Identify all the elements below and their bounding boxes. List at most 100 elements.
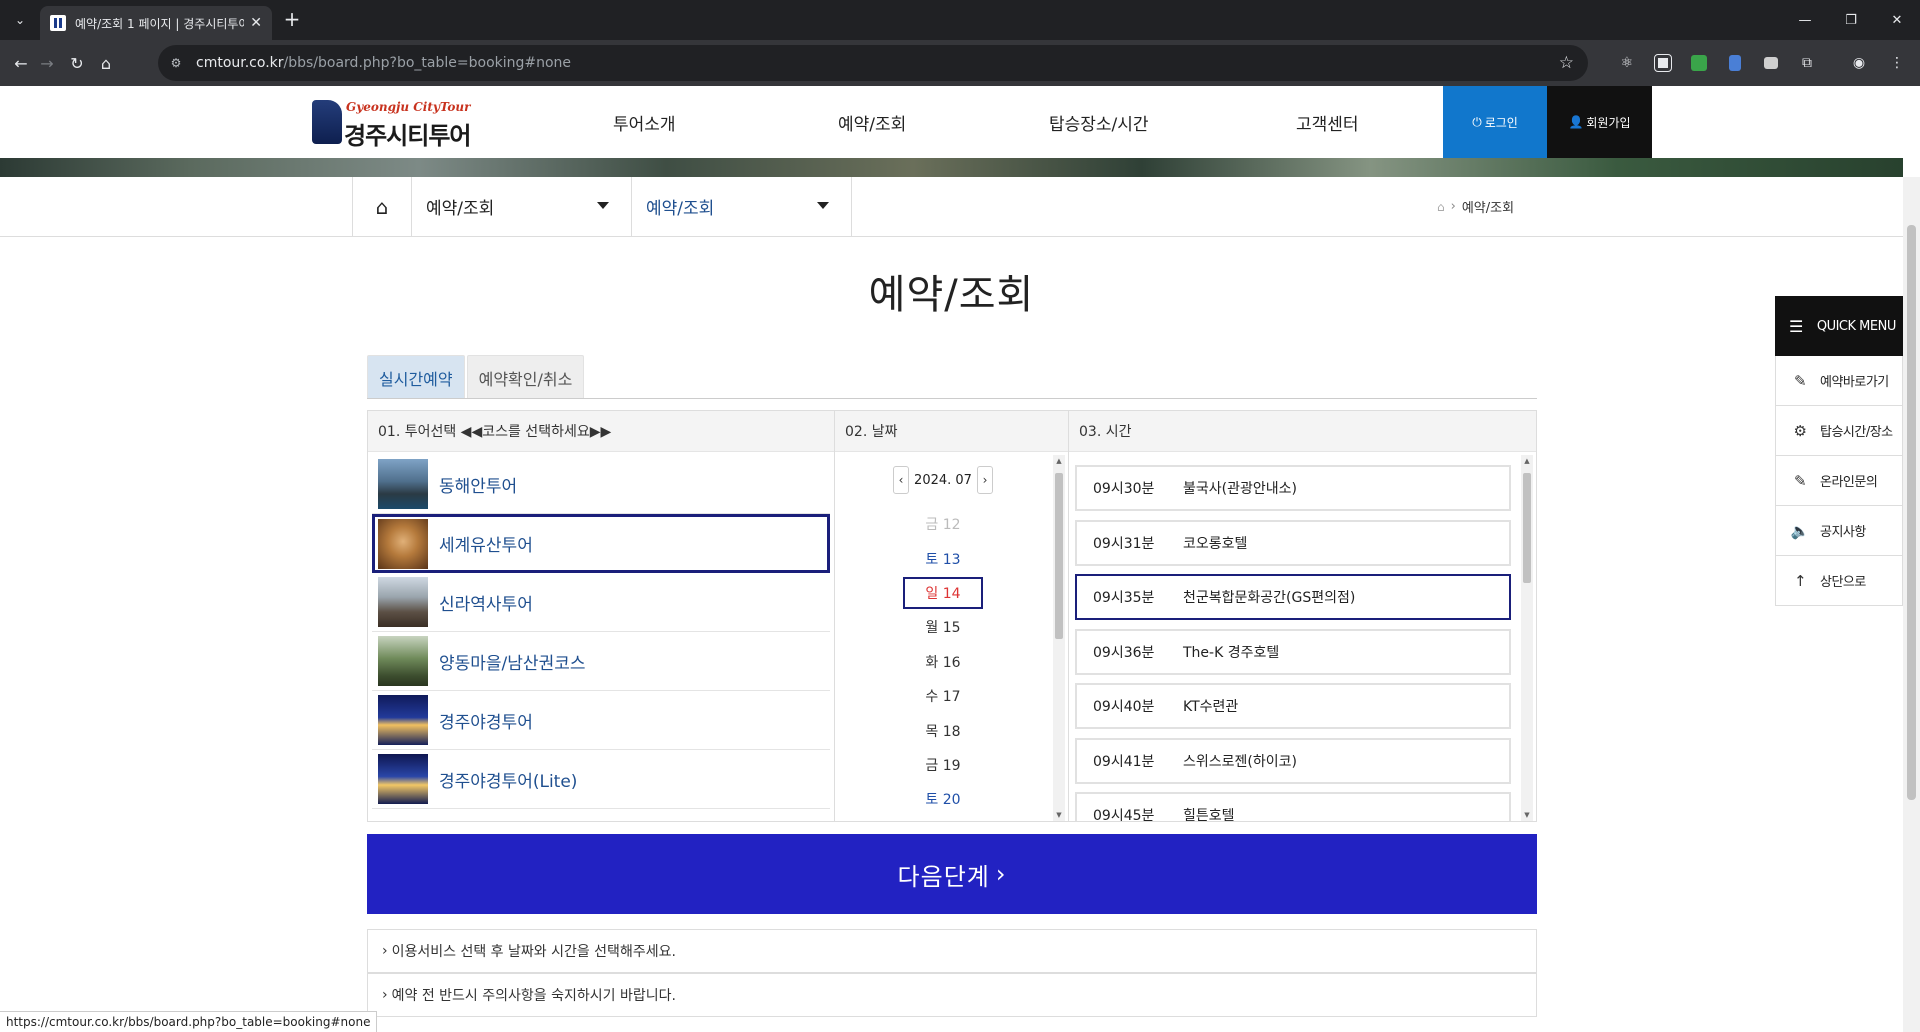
minimize-icon[interactable]: — — [1782, 0, 1828, 40]
tour-item[interactable]: 동해안투어 — [372, 455, 830, 514]
breadcrumb-separator-icon: › — [1450, 199, 1456, 214]
time-item[interactable]: 09시31분 코오롱호텔 — [1075, 519, 1511, 566]
page-scrollbar[interactable] — [1903, 177, 1920, 1032]
date-select-panel: 02. 날짜 ‹ 2024. 07 › 금 12 토 13 일 14 월 15 … — [834, 410, 1069, 822]
gnb-item-booking[interactable]: 예약/조회 — [838, 86, 906, 158]
time-item[interactable]: 09시41분 스위스로젠(하이코) — [1075, 737, 1511, 784]
tour-list: 동해안투어 세계유산투어 신라역사투어 양동마을/남산권코스 경주야경투어 경주… — [372, 455, 830, 809]
profile-avatar-icon[interactable]: ◉ — [1848, 52, 1870, 74]
date-scroll-thumb[interactable] — [1055, 473, 1063, 639]
subnav-menu-1[interactable]: 예약/조회 — [412, 177, 632, 236]
browser-tab[interactable]: 예약/조회 1 페이지 | 경주시티투어 ✕ — [40, 6, 272, 40]
quick-item-notice[interactable]: 🔈 공지사항 — [1775, 506, 1903, 556]
scroll-up-icon[interactable]: ▲ — [1521, 455, 1533, 467]
subnav-menu-1-label: 예약/조회 — [426, 199, 495, 219]
date-item[interactable]: 월 15 — [835, 610, 1051, 644]
speaker-icon: 🔈 — [1790, 521, 1810, 540]
tour-name: 경주야경투어 — [439, 712, 533, 733]
tour-item[interactable]: 경주야경투어(Lite) — [372, 750, 830, 809]
date-scrollbar[interactable]: ▲ ▼ — [1053, 455, 1065, 821]
reload-icon[interactable]: ↻ — [66, 52, 88, 74]
quick-item-top[interactable]: ↑ 상단으로 — [1775, 556, 1903, 606]
extension-atom-icon[interactable]: ⚛ — [1616, 52, 1638, 74]
window-controls: — ❐ ✕ — [1782, 0, 1920, 40]
tab-title: 예약/조회 1 페이지 | 경주시티투어 — [75, 16, 245, 31]
quick-item-booking[interactable]: ✎ 예약바로가기 — [1775, 356, 1903, 406]
tour-name: 양동마을/남산권코스 — [439, 653, 586, 674]
gnb-item-tour-intro[interactable]: 투어소개 — [613, 86, 676, 158]
scroll-down-icon[interactable]: ▼ — [1521, 809, 1533, 821]
tour-select-header: 01. 투어선택 ◀◀코스를 선택하세요▶▶ — [368, 411, 834, 452]
prev-month-icon[interactable]: ‹ — [893, 466, 909, 494]
breadcrumb-home-icon[interactable]: ⌂ — [1437, 200, 1445, 214]
quick-item-boarding[interactable]: ⚙ 탑승시간/장소 — [1775, 406, 1903, 456]
time-item[interactable]: 09시45분 힐튼호텔 — [1075, 792, 1511, 821]
time-item[interactable]: 09시36분 The-K 경주호텔 — [1075, 628, 1511, 675]
date-item[interactable]: 목 18 — [835, 713, 1051, 747]
close-tab-icon[interactable]: ✕ — [250, 15, 262, 31]
date-item[interactable]: 토 13 — [835, 541, 1051, 575]
browser-menu-icon[interactable]: ⋮ — [1886, 52, 1908, 74]
breadcrumb: ⌂ › 예약/조회 — [1437, 197, 1514, 216]
status-bar-url: https://cmtour.co.kr/bbs/board.php?bo_ta… — [0, 1011, 378, 1032]
time-scroll-thumb[interactable] — [1523, 473, 1531, 583]
extension-new-icon[interactable] — [1688, 52, 1710, 74]
tab-booking-check[interactable]: 예약확인/취소 — [466, 355, 585, 399]
site-info-icon[interactable]: ⚙ — [168, 55, 184, 71]
tour-item[interactable]: 신라역사투어 — [372, 573, 830, 632]
power-icon: ⏻ — [1472, 114, 1482, 129]
edit-icon: ✎ — [1793, 371, 1807, 390]
home-icon[interactable]: ⌂ — [95, 52, 117, 74]
close-window-icon[interactable]: ✕ — [1874, 0, 1920, 40]
browser-toolbar: ← → ↻ ⌂ ⚙ cmtour.co.kr/bbs/board.php?bo_… — [0, 40, 1920, 86]
site-logo[interactable]: Gyeongju CityTour 경주시티투어 — [312, 98, 472, 150]
date-item[interactable]: 금 19 — [835, 748, 1051, 782]
scroll-down-icon[interactable]: ▼ — [1053, 809, 1065, 821]
subnav-menu-2-label: 예약/조회 — [646, 199, 715, 219]
time-item[interactable]: 09시30분 불국사(관광안내소) — [1075, 465, 1511, 511]
date-item[interactable]: 수 17 — [835, 679, 1051, 713]
date-item-selected[interactable]: 일 14 — [835, 576, 1051, 610]
extensions-puzzle-icon[interactable]: ⧉ — [1796, 52, 1818, 74]
date-item[interactable]: 토 20 — [835, 782, 1051, 816]
subnav-menu-2[interactable]: 예약/조회 — [632, 177, 852, 236]
tour-thumbnail — [378, 518, 428, 569]
tour-item[interactable]: 경주야경투어 — [372, 691, 830, 750]
gnb-item-boarding[interactable]: 탑승장소/시간 — [1049, 86, 1149, 158]
date-item[interactable]: 화 16 — [835, 645, 1051, 679]
time-scrollbar[interactable]: ▲ ▼ — [1521, 455, 1533, 821]
notice-row[interactable]: › 예약 전 반드시 주의사항을 숙지하시기 바랍니다. — [367, 973, 1537, 1017]
tour-select-panel: 01. 투어선택 ◀◀코스를 선택하세요▶▶ 동해안투어 세계유산투어 신라역사… — [367, 410, 835, 822]
quick-item-inquiry[interactable]: ✎ 온라인문의 — [1775, 456, 1903, 506]
extension-square-icon[interactable] — [1652, 52, 1674, 74]
login-button[interactable]: ⏻ 로그인 — [1443, 86, 1547, 158]
hamburger-icon: ☰ — [1789, 316, 1803, 336]
subnav-home-icon[interactable]: ⌂ — [352, 177, 412, 236]
time-item-selected[interactable]: 09시35분 천군복합문화공간(GS편의점) — [1075, 574, 1511, 620]
tour-item[interactable]: 양동마을/남산권코스 — [372, 632, 830, 691]
chevron-right-icon: › — [382, 943, 388, 959]
restore-icon[interactable]: ❐ — [1828, 0, 1874, 40]
join-button[interactable]: 👤 회원가입 — [1547, 86, 1652, 158]
next-step-button[interactable]: 다음단계 › — [367, 834, 1537, 914]
page-scroll-thumb[interactable] — [1907, 225, 1916, 800]
gnb-item-support[interactable]: 고객센터 — [1296, 86, 1359, 158]
scroll-up-icon[interactable]: ▲ — [1053, 455, 1065, 467]
next-month-icon[interactable]: › — [976, 466, 993, 494]
tour-item-selected[interactable]: 세계유산투어 — [372, 514, 830, 573]
back-icon[interactable]: ← — [10, 52, 32, 74]
tour-name: 신라역사투어 — [439, 594, 533, 615]
logo-korean-text: 경주시티투어 — [344, 122, 471, 150]
extension-print-icon[interactable] — [1760, 52, 1782, 74]
favicon-icon — [50, 15, 66, 31]
time-item[interactable]: 09시40분 KT수련관 — [1075, 683, 1511, 729]
gear-icon: ⚙ — [1793, 421, 1807, 440]
forward-icon[interactable]: → — [36, 52, 58, 74]
tab-realtime-booking[interactable]: 실시간예약 — [367, 355, 465, 399]
bookmark-star-icon[interactable]: ☆ — [1559, 53, 1574, 73]
extension-book-icon[interactable] — [1724, 52, 1746, 74]
new-tab-icon[interactable]: + — [282, 9, 302, 29]
address-bar[interactable]: ⚙ cmtour.co.kr/bbs/board.php?bo_table=bo… — [158, 45, 1588, 81]
tab-search-icon[interactable]: ⌄ — [8, 8, 32, 32]
notice-row[interactable]: › 이용서비스 선택 후 날짜와 시간을 선택해주세요. — [367, 929, 1537, 973]
